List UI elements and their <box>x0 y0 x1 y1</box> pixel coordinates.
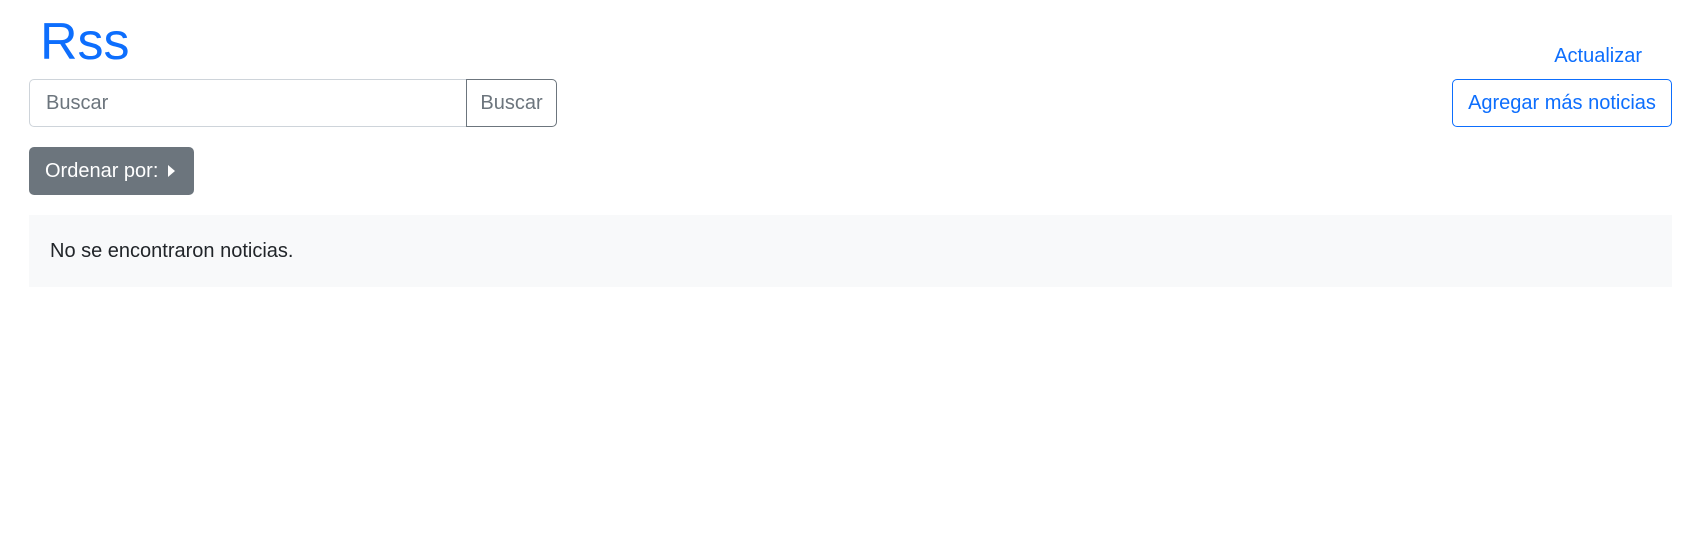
page: Rss Actualizar Buscar Agregar más notici… <box>0 0 1705 551</box>
news-list-empty-panel: No se encontraron noticias. <box>29 215 1672 287</box>
sort-label: Ordenar por: <box>45 159 159 182</box>
empty-message: No se encontraron noticias. <box>50 239 294 262</box>
sort-dropdown-button[interactable]: Ordenar por: <box>29 147 194 195</box>
search-button[interactable]: Buscar <box>466 79 557 127</box>
add-news-button[interactable]: Agregar más noticias <box>1452 79 1672 127</box>
caret-right-icon <box>168 165 176 177</box>
brand-title[interactable]: Rss <box>40 10 130 74</box>
search-group: Buscar <box>29 79 557 127</box>
refresh-link[interactable]: Actualizar <box>1554 43 1642 69</box>
search-input[interactable] <box>29 79 466 127</box>
